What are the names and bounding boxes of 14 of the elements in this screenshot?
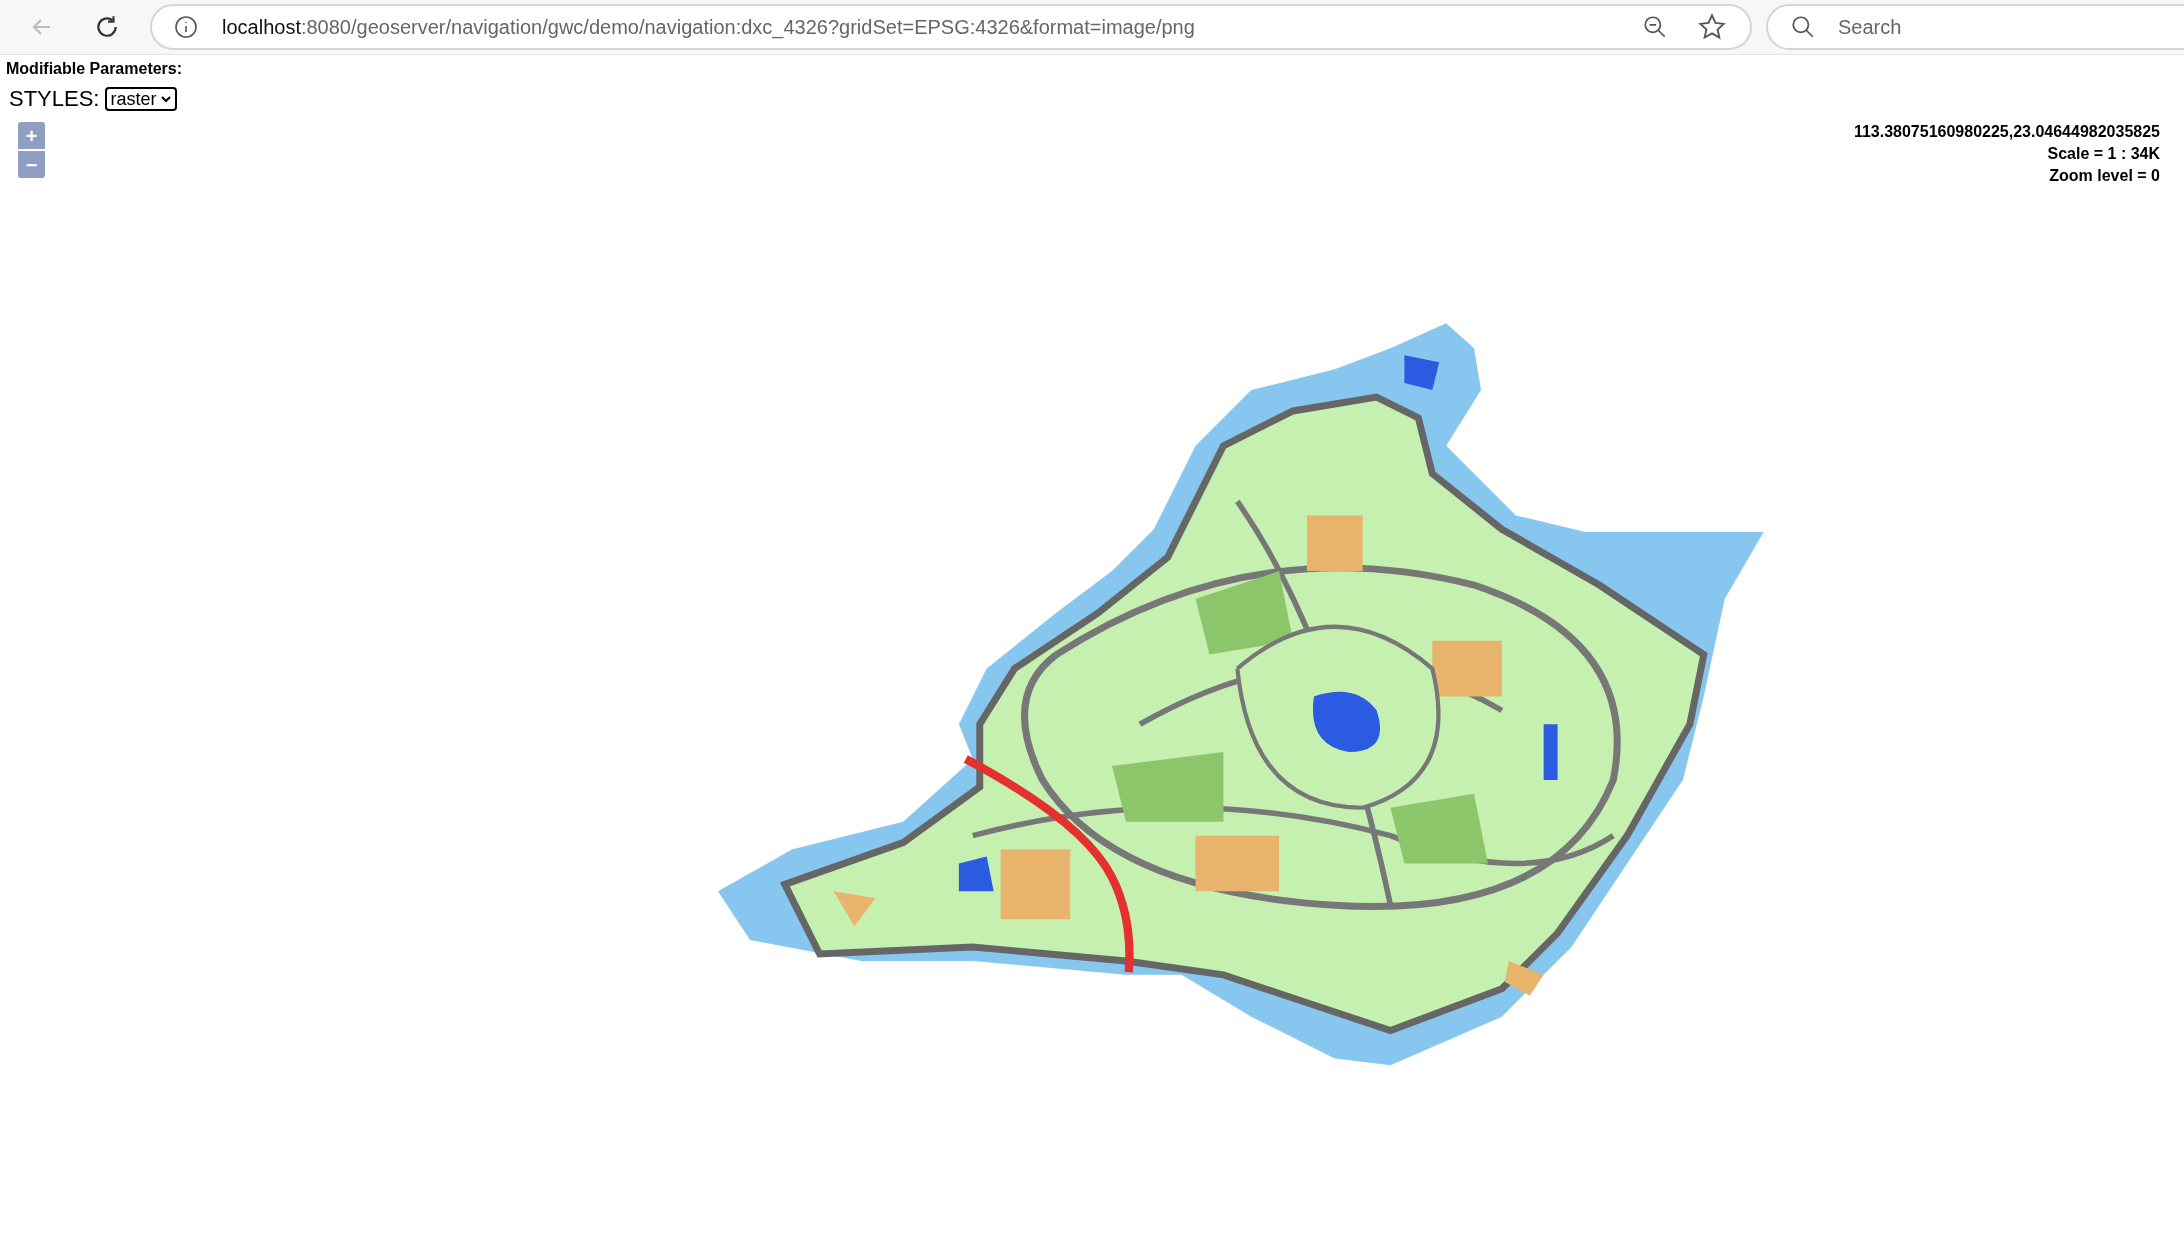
star-icon[interactable]: [1698, 13, 1726, 41]
address-bar[interactable]: localhost:8080/geoserver/navigation/gwc/demo/navigation:dxc_4326?gridSet=EPSG:4326&format=image/png: [150, 4, 1752, 50]
scale-readout: Scale = 1 : 34K: [2047, 144, 2160, 164]
search-icon: [1790, 14, 1816, 40]
coordinates-readout: 113.38075160980225,23.04644982035825: [1853, 122, 2160, 142]
reload-icon[interactable]: [94, 14, 120, 40]
parameters-heading: Modifiable Parameters:: [6, 59, 184, 79]
styles-label: STYLES:: [9, 85, 100, 113]
zoom-out-icon[interactable]: [1642, 14, 1668, 40]
zoom-level-readout: Zoom level = 0: [2049, 166, 2160, 186]
url-text: localhost:8080/geoserver/navigation/gwc/demo/navigation:dxc_4326?gridSet=EPSG:4326&format=image/png: [222, 15, 1195, 41]
search-field[interactable]: Search: [1766, 4, 2184, 50]
info-icon[interactable]: [174, 15, 198, 39]
styles-select[interactable]: raster: [105, 86, 177, 111]
